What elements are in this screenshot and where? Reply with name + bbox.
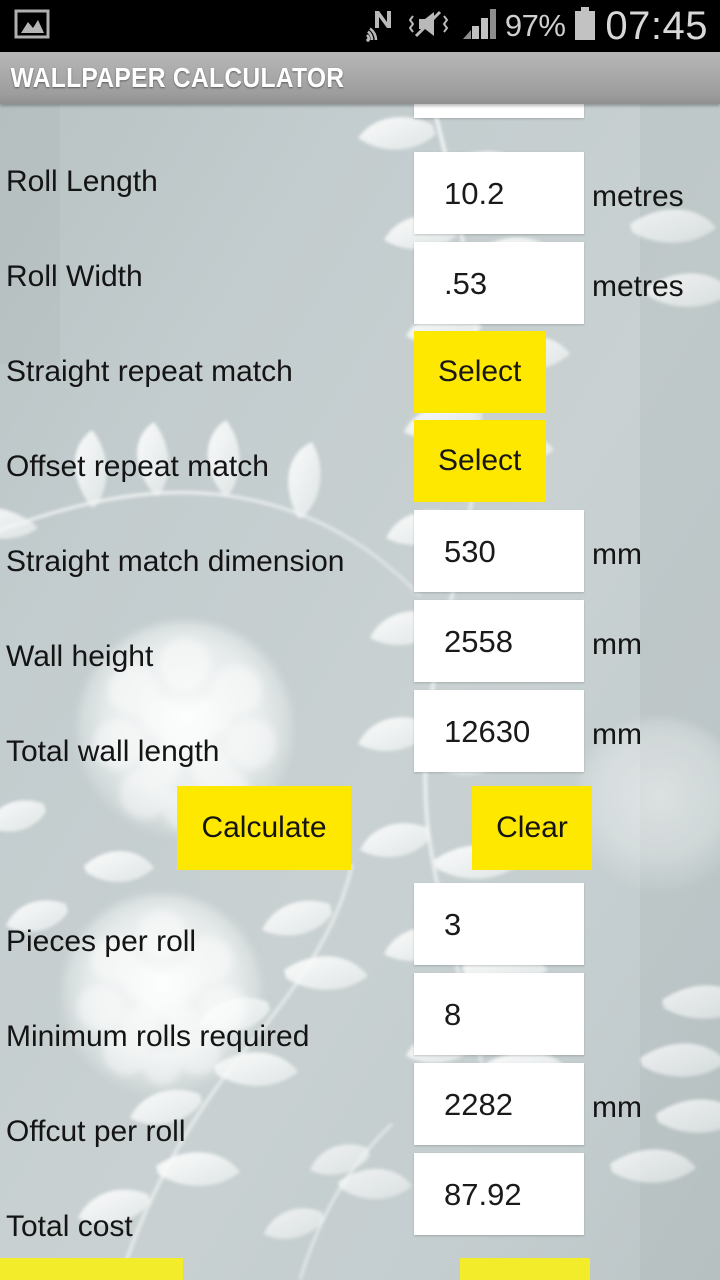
label-wall-height: Wall height xyxy=(6,640,154,673)
label-minimum-rolls-required: Minimum rolls required xyxy=(6,1020,310,1053)
calculate-button-label: Calculate xyxy=(201,811,327,844)
unit-roll-width: metres xyxy=(592,270,684,303)
label-straight-match-dimension: Straight match dimension xyxy=(6,545,345,578)
row-roll-width: Roll Width .53 metres xyxy=(0,229,720,325)
label-roll-length: Roll Length xyxy=(6,165,158,198)
unit-roll-length: metres xyxy=(592,180,684,213)
select-button-straight-repeat-label: Select xyxy=(438,355,522,388)
status-bar-left xyxy=(0,9,50,44)
label-pieces-per-roll: Pieces per roll xyxy=(6,925,197,958)
bottom-left-button[interactable] xyxy=(0,1258,183,1280)
clear-button[interactable]: Clear xyxy=(472,786,592,870)
select-button-straight-repeat[interactable]: Select xyxy=(414,331,546,413)
output-offcut-per-roll[interactable]: 2282 xyxy=(414,1063,584,1145)
output-minimum-rolls-required[interactable]: 8 xyxy=(414,973,584,1055)
nfc-icon xyxy=(365,6,400,47)
value-pieces-per-roll: 3 xyxy=(444,906,462,942)
unit-wall-height: mm xyxy=(592,628,642,661)
value-total-cost: 87.92 xyxy=(444,1176,522,1212)
label-offset-repeat-match: Offset repeat match xyxy=(6,450,269,483)
row-total-wall-length: Total wall length 12630 mm xyxy=(0,690,720,800)
row-minimum-rolls-required: Minimum rolls required 8 xyxy=(0,973,720,1085)
input-total-wall-length[interactable]: 12630 xyxy=(414,690,584,772)
value-minimum-rolls-required: 8 xyxy=(444,996,462,1032)
status-bar-clock: 07:45 xyxy=(605,4,708,48)
bottom-right-button[interactable] xyxy=(460,1258,590,1280)
status-bar: 97% 07:45 xyxy=(0,0,720,52)
value-total-wall-length: 12630 xyxy=(444,713,531,749)
select-button-offset-repeat[interactable]: Select xyxy=(414,420,546,502)
input-wall-height[interactable]: 2558 xyxy=(414,600,584,682)
row-pieces-per-roll: Pieces per roll 3 xyxy=(0,883,720,990)
input-roll-width[interactable]: .53 xyxy=(414,242,584,324)
action-bar: WALLPAPER CALCULATOR xyxy=(0,52,720,104)
gallery-icon xyxy=(14,9,50,44)
value-wall-height: 2558 xyxy=(444,623,513,659)
select-button-offset-repeat-label: Select xyxy=(438,444,522,477)
status-bar-right: 97% 07:45 xyxy=(365,4,720,48)
label-offcut-per-roll: Offcut per roll xyxy=(6,1115,186,1148)
row-straight-match-dimension: Straight match dimension 530 mm xyxy=(0,510,720,610)
row-offcut-per-roll: Offcut per roll 2282 mm xyxy=(0,1063,720,1180)
label-straight-repeat-match: Straight repeat match xyxy=(6,355,293,388)
unit-offcut-per-roll: mm xyxy=(592,1091,642,1124)
label-total-cost: Total cost xyxy=(6,1210,133,1243)
calculate-button[interactable]: Calculate xyxy=(177,786,351,870)
clear-button-label: Clear xyxy=(496,811,568,844)
field-clipped-top[interactable] xyxy=(414,104,584,118)
app-screen: 97% 07:45 WALLPAPER CALCULATOR Roll Leng… xyxy=(0,0,720,1280)
scroll-content[interactable]: Roll Length 10.2 metres Roll Width .53 m… xyxy=(0,104,720,1280)
row-wall-height: Wall height 2558 mm xyxy=(0,600,720,705)
row-straight-repeat-match: Straight repeat match Select xyxy=(0,324,720,420)
label-roll-width: Roll Width xyxy=(6,260,143,293)
output-pieces-per-roll[interactable]: 3 xyxy=(414,883,584,965)
value-straight-match-dimension: 530 xyxy=(444,533,496,569)
unit-straight-match-dimension: mm xyxy=(592,538,642,571)
value-offcut-per-roll: 2282 xyxy=(444,1086,513,1122)
signal-bars-icon xyxy=(462,8,496,45)
label-total-wall-length: Total wall length xyxy=(6,735,220,768)
row-offset-repeat-match: Offset repeat match Select xyxy=(0,419,720,515)
value-roll-length: 10.2 xyxy=(444,175,505,211)
row-roll-length: Roll Length 10.2 metres xyxy=(0,134,720,234)
battery-icon xyxy=(574,6,596,46)
input-straight-match-dimension[interactable]: 530 xyxy=(414,510,584,592)
unit-total-wall-length: mm xyxy=(592,718,642,751)
battery-percent-label: 97% xyxy=(504,8,566,43)
mute-vibrate-icon xyxy=(408,7,453,46)
input-roll-length[interactable]: 10.2 xyxy=(414,152,584,234)
value-roll-width: .53 xyxy=(444,265,488,301)
output-total-cost[interactable]: 87.92 xyxy=(414,1153,584,1235)
page-title: WALLPAPER CALCULATOR xyxy=(10,62,345,93)
